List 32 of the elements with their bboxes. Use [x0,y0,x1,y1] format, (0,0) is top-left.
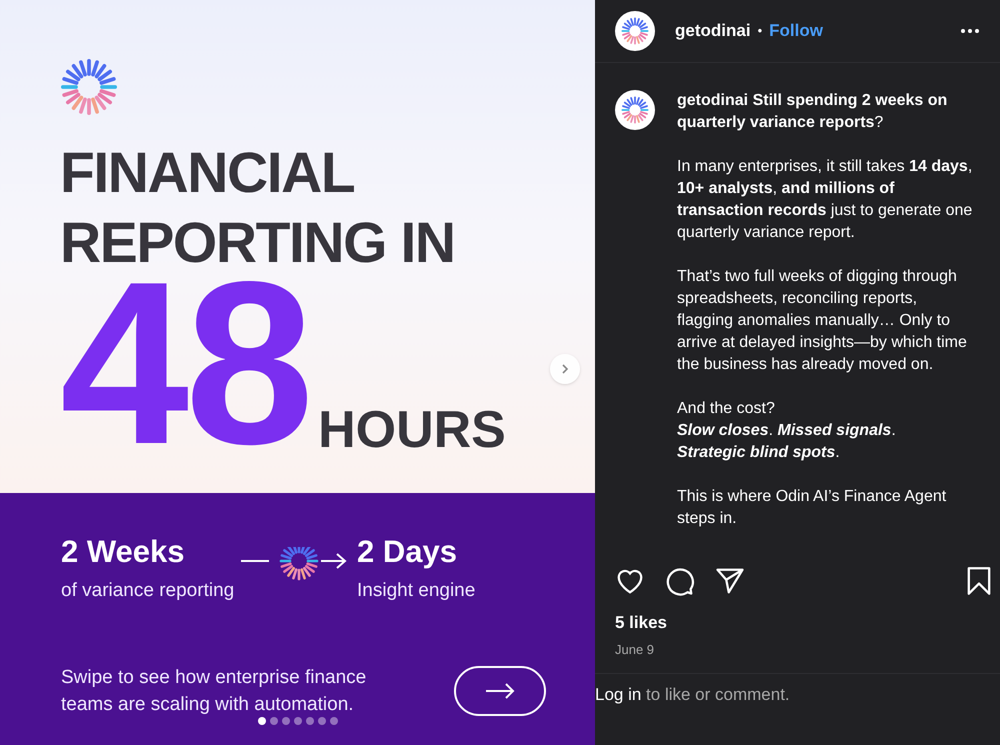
login-link[interactable]: Log in [595,685,642,704]
likes-count[interactable]: 5 likes [595,610,1000,636]
caption-paragraph: That’s two full weeks of digging through spreadsheets, reconciling reports, flagging anomalies manually… Only to arrive at delayed insights—by which time the business has already moved on. [677,267,968,375]
caption-paragraph: And the cost? Slow closes. Missed signals. Strategic blind spots. [677,399,897,463]
bookmark-icon[interactable] [966,567,992,595]
separator: • [758,22,762,40]
heart-icon[interactable] [615,567,645,595]
unit-text: HOURS [318,402,506,458]
login-prompt: Log in to like or comment. [595,684,791,706]
username[interactable]: getodinai [675,18,751,44]
avatar-logo-icon [621,17,649,45]
comment-icon[interactable] [665,566,695,596]
arrow-button[interactable] [454,666,546,716]
swipe-text: Swipe to see how enterprise finance teams are scaling with automation. [61,666,368,716]
from-title: 2 Weeks [61,533,186,571]
caption-paragraph: getodinai Still spending 2 weeks on quarterly variance reports? [677,91,948,133]
to-subtitle: Insight engine [357,579,476,603]
send-icon[interactable] [715,567,745,595]
arrow-right-icon [485,682,515,698]
avatar[interactable] [615,11,655,51]
headline: FINANCIAL [60,140,356,207]
to-title: 2 Days [357,533,458,571]
caption-paragraph: In many enterprises, it still takes 14 days, 10+ analysts, and millions of transaction records just to generate one quarterly variance report. [677,157,974,243]
logo-icon [60,58,118,116]
caption-paragraph: This is where Odin AI’s Finance Agent steps in. [677,487,948,529]
follow-link[interactable]: Follow [769,18,823,44]
post-date: June 9 [614,640,656,658]
caption-avatar[interactable] [615,90,655,130]
from-subtitle: of variance reporting [61,579,236,603]
avatar-logo-icon [621,96,649,124]
odin-mark-icon [281,547,317,579]
more-icon[interactable] [960,28,980,34]
